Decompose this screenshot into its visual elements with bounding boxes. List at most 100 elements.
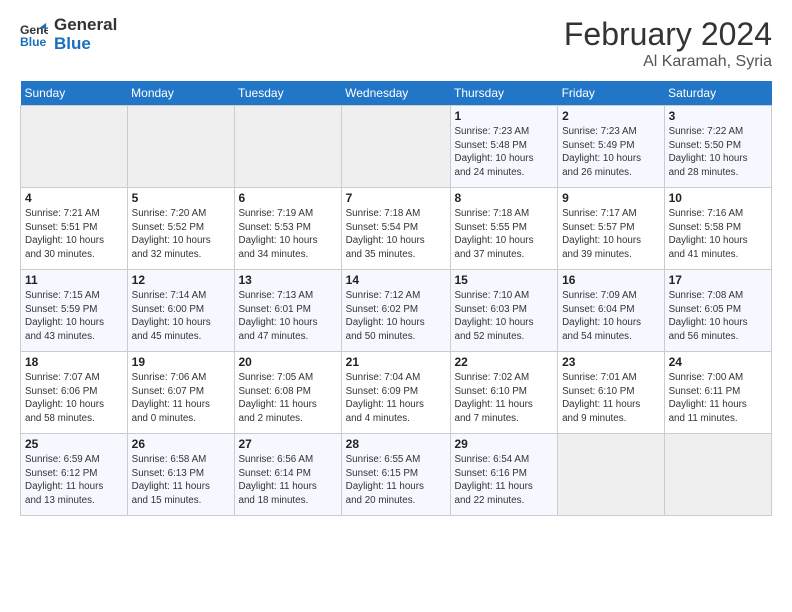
day-number: 18 [25,355,123,369]
day-number: 25 [25,437,123,451]
col-header-saturday: Saturday [664,81,771,106]
location: Al Karamah, Syria [564,53,772,71]
day-detail: Sunrise: 7:22 AM Sunset: 5:50 PM Dayligh… [669,125,767,180]
day-detail: Sunrise: 7:09 AM Sunset: 6:04 PM Dayligh… [562,289,660,344]
day-detail: Sunrise: 7:02 AM Sunset: 6:10 PM Dayligh… [455,371,554,426]
day-number: 8 [455,191,554,205]
week-row-1: 1Sunrise: 7:23 AM Sunset: 5:48 PM Daylig… [21,106,772,188]
day-number: 27 [239,437,337,451]
day-detail: Sunrise: 7:18 AM Sunset: 5:54 PM Dayligh… [346,207,446,262]
day-detail: Sunrise: 7:08 AM Sunset: 6:05 PM Dayligh… [669,289,767,344]
day-detail: Sunrise: 6:59 AM Sunset: 6:12 PM Dayligh… [25,453,123,508]
day-detail: Sunrise: 7:12 AM Sunset: 6:02 PM Dayligh… [346,289,446,344]
calendar-cell [664,434,771,516]
day-detail: Sunrise: 6:58 AM Sunset: 6:13 PM Dayligh… [132,453,230,508]
day-number: 16 [562,273,660,287]
day-number: 14 [346,273,446,287]
day-detail: Sunrise: 6:56 AM Sunset: 6:14 PM Dayligh… [239,453,337,508]
day-detail: Sunrise: 7:16 AM Sunset: 5:58 PM Dayligh… [669,207,767,262]
calendar-cell: 20Sunrise: 7:05 AM Sunset: 6:08 PM Dayli… [234,352,341,434]
calendar-cell: 19 Sunrise: 7:06 AM Sunset: 6:07 PM Dayli… [127,352,234,434]
day-detail: Sunrise: 7:00 AM Sunset: 6:11 PM Dayligh… [669,371,767,426]
day-number: 15 [455,273,554,287]
day-detail: Sunrise: 7:21 AM Sunset: 5:51 PM Dayligh… [25,207,123,262]
calendar-cell: 12Sunrise: 7:14 AM Sunset: 6:00 PM Dayli… [127,270,234,352]
calendar-header-row: SundayMondayTuesdayWednesdayThursdayFrid… [21,81,772,106]
day-number: 11 [25,273,123,287]
calendar-cell: 16 Sunrise: 7:09 AM Sunset: 6:04 PM Dayli… [558,270,665,352]
day-detail: Sunrise: 7:19 AM Sunset: 5:53 PM Dayligh… [239,207,337,262]
day-number: 24 [669,355,767,369]
day-number: 28 [346,437,446,451]
page-header: General Blue General Blue February 2024 … [20,16,772,71]
day-detail: Sunrise: 7:15 AM Sunset: 5:59 PM Dayligh… [25,289,123,344]
calendar-cell [558,434,665,516]
calendar-cell: 8 Sunrise: 7:18 AM Sunset: 5:55 PM Daylig… [450,188,558,270]
calendar-cell [127,106,234,188]
day-number: 5 [132,191,230,205]
calendar-cell: 29Sunrise: 6:54 AM Sunset: 6:16 PM Dayli… [450,434,558,516]
day-number: 21 [346,355,446,369]
day-detail: Sunrise: 7:05 AM Sunset: 6:08 PM Dayligh… [239,371,337,426]
day-detail: Sunrise: 6:55 AM Sunset: 6:15 PM Dayligh… [346,453,446,508]
day-number: 29 [455,437,554,451]
title-block: February 2024 Al Karamah, Syria [564,16,772,71]
day-detail: Sunrise: 7:23 AM Sunset: 5:48 PM Dayligh… [455,125,554,180]
day-number: 26 [132,437,230,451]
calendar-cell: 23Sunrise: 7:01 AM Sunset: 6:10 PM Dayli… [558,352,665,434]
week-row-4: 18 Sunrise: 7:07 AM Sunset: 6:06 PM Dayli… [21,352,772,434]
calendar-cell: 21Sunrise: 7:04 AM Sunset: 6:09 PM Dayli… [341,352,450,434]
calendar-cell: 3Sunrise: 7:22 AM Sunset: 5:50 PM Daylig… [664,106,771,188]
day-number: 10 [669,191,767,205]
col-header-wednesday: Wednesday [341,81,450,106]
day-detail: Sunrise: 7:17 AM Sunset: 5:57 PM Dayligh… [562,207,660,262]
calendar-cell [234,106,341,188]
month-title: February 2024 [564,16,772,53]
day-detail: Sunrise: 7:20 AM Sunset: 5:52 PM Dayligh… [132,207,230,262]
calendar-cell: 2 Sunrise: 7:23 AM Sunset: 5:49 PM Daylig… [558,106,665,188]
calendar-cell: 10 Sunrise: 7:16 AM Sunset: 5:58 PM Dayli… [664,188,771,270]
day-detail: Sunrise: 7:06 AM Sunset: 6:07 PM Dayligh… [132,371,230,426]
day-number: 2 [562,109,660,123]
calendar-cell: 4 Sunrise: 7:21 AM Sunset: 5:51 PM Daylig… [21,188,128,270]
day-detail: Sunrise: 7:18 AM Sunset: 5:55 PM Dayligh… [455,207,554,262]
day-number: 19 [132,355,230,369]
calendar-cell: 28 Sunrise: 6:55 AM Sunset: 6:15 PM Dayli… [341,434,450,516]
day-number: 22 [455,355,554,369]
col-header-tuesday: Tuesday [234,81,341,106]
day-detail: Sunrise: 7:14 AM Sunset: 6:00 PM Dayligh… [132,289,230,344]
calendar-cell: 6 Sunrise: 7:19 AM Sunset: 5:53 PM Daylig… [234,188,341,270]
calendar-cell: 7 Sunrise: 7:18 AM Sunset: 5:54 PM Daylig… [341,188,450,270]
calendar-cell: 22 Sunrise: 7:02 AM Sunset: 6:10 PM Dayli… [450,352,558,434]
calendar-cell: 26 Sunrise: 6:58 AM Sunset: 6:13 PM Dayli… [127,434,234,516]
col-header-monday: Monday [127,81,234,106]
logo-general: General [54,16,117,35]
day-detail: Sunrise: 7:10 AM Sunset: 6:03 PM Dayligh… [455,289,554,344]
calendar-table: SundayMondayTuesdayWednesdayThursdayFrid… [20,81,772,516]
week-row-5: 25 Sunrise: 6:59 AM Sunset: 6:12 PM Dayli… [21,434,772,516]
day-detail: Sunrise: 7:07 AM Sunset: 6:06 PM Dayligh… [25,371,123,426]
calendar-cell: 15 Sunrise: 7:10 AM Sunset: 6:03 PM Dayli… [450,270,558,352]
week-row-3: 11 Sunrise: 7:15 AM Sunset: 5:59 PM Dayli… [21,270,772,352]
day-detail: Sunrise: 7:01 AM Sunset: 6:10 PM Dayligh… [562,371,660,426]
day-detail: Sunrise: 7:23 AM Sunset: 5:49 PM Dayligh… [562,125,660,180]
calendar-cell: 1Sunrise: 7:23 AM Sunset: 5:48 PM Daylig… [450,106,558,188]
calendar-cell: 27 Sunrise: 6:56 AM Sunset: 6:14 PM Dayli… [234,434,341,516]
week-row-2: 4 Sunrise: 7:21 AM Sunset: 5:51 PM Daylig… [21,188,772,270]
day-number: 6 [239,191,337,205]
day-number: 7 [346,191,446,205]
col-header-thursday: Thursday [450,81,558,106]
logo: General Blue General Blue [20,16,117,53]
day-number: 17 [669,273,767,287]
day-number: 9 [562,191,660,205]
calendar-cell: 11 Sunrise: 7:15 AM Sunset: 5:59 PM Dayli… [21,270,128,352]
col-header-friday: Friday [558,81,665,106]
day-detail: Sunrise: 7:13 AM Sunset: 6:01 PM Dayligh… [239,289,337,344]
calendar-cell [21,106,128,188]
col-header-sunday: Sunday [21,81,128,106]
page-container: General Blue General Blue February 2024 … [0,0,792,526]
day-number: 4 [25,191,123,205]
logo-icon: General Blue [20,21,48,49]
calendar-cell: 17 Sunrise: 7:08 AM Sunset: 6:05 PM Dayli… [664,270,771,352]
calendar-cell: 5 Sunrise: 7:20 AM Sunset: 5:52 PM Daylig… [127,188,234,270]
